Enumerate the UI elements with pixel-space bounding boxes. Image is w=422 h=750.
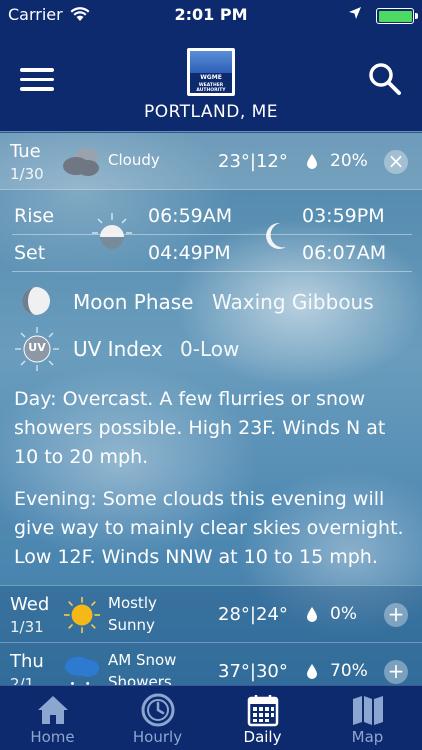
precip-chance: 20% — [330, 151, 368, 171]
tab-home[interactable]: Home — [0, 686, 105, 750]
raindrop-icon — [307, 607, 317, 622]
temps-high-low: 28°|24° — [218, 604, 288, 625]
battery-icon — [376, 8, 418, 24]
calendar-icon — [247, 695, 279, 727]
tab-label: Home — [30, 728, 75, 746]
logo-subtext: WEATHER AUTHORITY — [190, 83, 232, 93]
uv-index-icon: UV — [14, 326, 60, 372]
daily-forecast-list: Tue 1/30 Cloudy 23°|12° 20% × Rise 06:59… — [0, 133, 422, 685]
divider — [12, 271, 412, 272]
condition-text: Cloudy — [108, 151, 160, 169]
uv-index-label: UV Index — [73, 337, 163, 361]
logo-text: WGME — [190, 73, 232, 83]
sunrise-time: 06:59AM — [148, 205, 233, 227]
sunrise-icon — [92, 213, 132, 249]
clock-icon — [141, 693, 175, 727]
divider — [12, 234, 412, 235]
search-icon[interactable] — [368, 62, 402, 96]
moon-phase-value: Waxing Gibbous — [212, 290, 374, 314]
mostly-sunny-icon — [63, 596, 101, 634]
raindrop-icon — [307, 154, 317, 169]
temps-high-low: 23°|12° — [218, 151, 288, 172]
tab-bar: Home Hourly Daily Map — [0, 685, 422, 750]
day-name: Tue — [10, 141, 41, 162]
day-row-tue[interactable]: Tue 1/30 Cloudy 23°|12° 20% × — [0, 133, 422, 190]
precip-chance: 0% — [330, 604, 357, 624]
snow-showers-icon — [64, 656, 100, 685]
day-name: Thu — [10, 651, 44, 672]
location-title[interactable]: PORTLAND, ME — [0, 102, 422, 122]
sunset-time: 04:49PM — [148, 242, 231, 264]
moon-icon — [266, 222, 286, 249]
expand-button[interactable]: + — [384, 660, 408, 684]
home-icon — [38, 696, 68, 724]
menu-button[interactable] — [20, 68, 54, 94]
condition-text: Mostly — [108, 594, 157, 612]
moonrise-time: 03:59PM — [302, 205, 385, 227]
uv-index-value: 0-Low — [180, 337, 240, 361]
tab-label: Map — [351, 728, 384, 746]
collapse-button[interactable]: × — [384, 150, 408, 174]
cloudy-icon — [63, 148, 99, 176]
uv-badge: UV — [28, 341, 46, 354]
tab-daily[interactable]: Daily — [210, 686, 315, 750]
condition-text: Showers — [108, 673, 172, 685]
station-logo: WGME WEATHER AUTHORITY — [187, 48, 235, 96]
tab-map[interactable]: Map — [315, 686, 420, 750]
tab-hourly[interactable]: Hourly — [105, 686, 210, 750]
day-date: 2/1 — [10, 675, 35, 685]
precip-chance: 70% — [330, 661, 368, 681]
moonset-time: 06:07AM — [302, 242, 387, 264]
hamburger-icon — [20, 68, 54, 72]
day-date: 1/31 — [10, 618, 44, 636]
moon-phase-label: Moon Phase — [73, 290, 194, 314]
day-name: Wed — [10, 594, 50, 615]
set-label: Set — [14, 242, 46, 264]
day-forecast-text: Day: Overcast. A few flurries or snow sh… — [14, 388, 386, 468]
map-icon — [353, 696, 383, 725]
app-header: WGME WEATHER AUTHORITY PORTLAND, ME — [0, 30, 422, 132]
location-arrow-icon — [349, 7, 361, 19]
temps-high-low: 37°|30° — [218, 661, 288, 682]
tab-label: Hourly — [132, 728, 183, 746]
raindrop-icon — [307, 664, 317, 679]
status-bar: Carrier 2:01 PM — [0, 0, 422, 30]
evening-forecast-text: Evening: Some clouds this evening will g… — [14, 488, 404, 568]
condition-text: AM Snow — [108, 651, 177, 669]
day-row-wed[interactable]: Wed 1/31 Mostly Sunny 28°|24° 0% + — [0, 585, 422, 642]
tab-label: Daily — [243, 728, 282, 746]
expand-button[interactable]: + — [384, 603, 408, 627]
moon-phase-icon — [22, 287, 50, 315]
day-date: 1/30 — [10, 165, 44, 183]
rise-label: Rise — [14, 205, 55, 227]
day-row-thu[interactable]: Thu 2/1 AM Snow Showers 37°|30° 70% + — [0, 642, 422, 685]
condition-text: Sunny — [108, 616, 155, 634]
